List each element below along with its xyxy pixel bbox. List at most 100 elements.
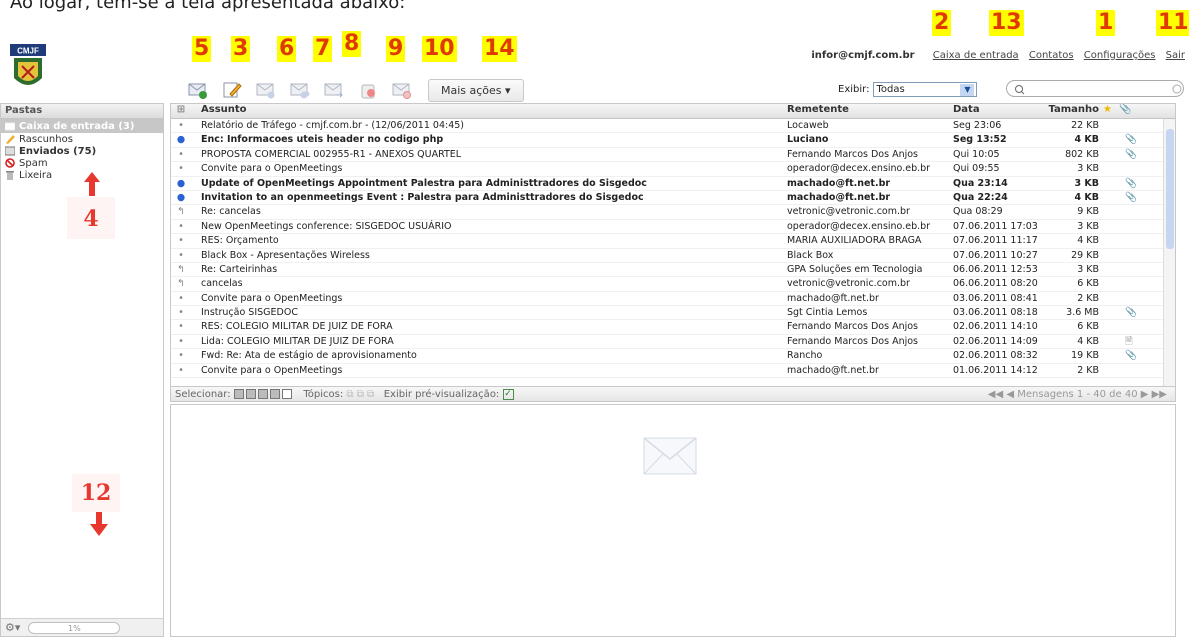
- topics-label: Tópicos:: [303, 388, 344, 400]
- sidebar-item-drafts[interactable]: Rascunhos: [1, 133, 163, 145]
- message-subject: RES: Orçamento: [201, 235, 279, 247]
- table-row[interactable]: • Instrução SISGEDOC Sgt Cintia Lemos 03.06…: [171, 306, 1175, 321]
- message-from: Fernando Marcos Dos Anjos: [787, 148, 918, 160]
- attachment-column-icon[interactable]: 📎: [1119, 104, 1131, 115]
- intro-text: Ao logar, tem-se a tela apresentada abai…: [10, 0, 406, 13]
- table-row[interactable]: ↰ cancelas vetronic@vetronic.com.br 06.06.2…: [171, 277, 1175, 292]
- gear-icon[interactable]: ⚙▾: [5, 621, 20, 634]
- unread-dot-icon: ●: [176, 191, 186, 203]
- list-scrollbar[interactable]: [1163, 119, 1175, 387]
- replied-icon: ↰: [177, 206, 185, 218]
- message-from: MARIA AUXILIADORA BRAGA: [787, 235, 922, 247]
- folder-label: Spam: [19, 157, 48, 169]
- delete-icon[interactable]: [358, 81, 378, 99]
- attachment-icon: 📎: [1125, 148, 1137, 160]
- message-size: 29 KB: [1071, 249, 1099, 261]
- select-invert-icon[interactable]: [269, 389, 280, 399]
- table-row[interactable]: ● Update of OpenMeetings Appointment Pale…: [171, 177, 1175, 191]
- table-row[interactable]: • Convite para o OpenMeetings machado@ft.n…: [171, 364, 1175, 379]
- message-list-header: ⊞ Assunto Remetente Data Tamanho ★ 📎: [171, 104, 1175, 119]
- callout-13: 13: [989, 10, 1024, 36]
- replied-icon: ↰: [177, 278, 185, 290]
- column-subject[interactable]: Assunto: [201, 104, 783, 115]
- check-mail-icon[interactable]: [188, 81, 208, 99]
- message-from: machado@ft.net.br: [787, 364, 879, 376]
- message-size: 6 KB: [1077, 278, 1099, 290]
- column-from[interactable]: Remetente: [787, 104, 953, 115]
- attachment-icon: 📎: [1125, 350, 1137, 362]
- message-from: operador@decex.ensino.eb.br: [787, 220, 931, 232]
- scroll-thumb[interactable]: [1166, 129, 1174, 249]
- dropdown-arrow-icon: ▼: [960, 83, 975, 96]
- table-row[interactable]: • PROPOSTA COMERCIAL 002955-R1 - ANEXOS Q…: [171, 148, 1175, 163]
- message-subject: Convite para o OpenMeetings: [201, 364, 343, 376]
- list-options-icon[interactable]: ⊞: [175, 104, 187, 115]
- message-from: machado@ft.net.br: [787, 177, 891, 189]
- message-subject: Instrução SISGEDOC: [201, 307, 298, 319]
- message-size: 4 KB: [1077, 235, 1099, 247]
- table-row[interactable]: • New OpenMeetings conference: SISGEDOC U…: [171, 220, 1175, 235]
- logout-link[interactable]: Sair: [1166, 50, 1185, 61]
- preview-checkbox[interactable]: ✓: [502, 388, 514, 400]
- mark-spam-icon[interactable]: [392, 81, 412, 99]
- inbox-link[interactable]: Caixa de entrada: [933, 50, 1019, 61]
- chevron-down-icon: ▾: [505, 83, 511, 97]
- sidebar-footer: ⚙▾ 1%: [1, 618, 163, 636]
- table-row[interactable]: • Relatório de Tráfego - cmjf.com.br - (1…: [171, 119, 1175, 134]
- table-row[interactable]: • Convite para o OpenMeetings operador@dec…: [171, 162, 1175, 177]
- message-size: 3 KB: [1077, 263, 1099, 275]
- message-subject: PROPOSTA COMERCIAL 002955-R1 - ANEXOS QU…: [201, 148, 462, 160]
- table-row[interactable]: • RES: Orçamento MARIA AUXILIADORA BRAGA 07…: [171, 234, 1175, 249]
- table-row[interactable]: ● Invitation to an openmeetings Event : P…: [171, 191, 1175, 206]
- select-unread-icon[interactable]: [257, 389, 268, 399]
- read-dot-icon: •: [178, 120, 184, 131]
- pager-text: ◀◀ ◀ Mensagens 1 - 40 de 40 ▶ ▶▶: [987, 389, 1167, 400]
- folder-label: Caixa de entrada (3): [19, 120, 135, 132]
- compose-icon[interactable]: [222, 81, 242, 99]
- reply-icon[interactable]: [256, 81, 276, 99]
- thread-icons[interactable]: ⧉ ⧉ ⧉: [346, 389, 374, 400]
- table-row[interactable]: ↰ Re: cancelas vetronic@vetronic.com.br Qua…: [171, 205, 1175, 220]
- sidebar-item-inbox[interactable]: Caixa de entrada (3): [1, 119, 163, 133]
- forward-icon[interactable]: [324, 81, 344, 99]
- read-dot-icon: •: [178, 235, 184, 247]
- envelope-icon: [643, 437, 697, 475]
- table-row[interactable]: • RES: COLEGIO MILITAR DE JUIZ DE FORA Fer…: [171, 320, 1175, 335]
- filter-select[interactable]: Todas ▼: [873, 82, 978, 97]
- table-row[interactable]: ↰ Re: Carteirinhas GPA Soluções em Tecnolo…: [171, 263, 1175, 278]
- message-from: Luciano: [787, 134, 829, 146]
- read-dot-icon: •: [178, 249, 184, 261]
- message-from: machado@ft.net.br: [787, 292, 879, 304]
- message-subject: Re: Carteirinhas: [201, 263, 278, 275]
- message-subject: Fwd: Re: Ata de estágio de aprovisioname…: [201, 350, 417, 362]
- more-actions-button[interactable]: Mais ações ▾: [428, 78, 524, 102]
- message-list: ⊞ Assunto Remetente Data Tamanho ★ 📎 • Re…: [170, 103, 1176, 400]
- callout-11: 11: [1156, 10, 1189, 36]
- select-all-icon[interactable]: [233, 389, 244, 399]
- sidebar-item-sent[interactable]: Enviados (75): [1, 145, 163, 157]
- flag-column-icon[interactable]: ★: [1103, 104, 1112, 115]
- list-footer: Selecionar: Tópicos: ⧉ ⧉ ⧉ Exibir pré-vi…: [170, 386, 1176, 402]
- table-row[interactable]: • Black Box - Apresentações Wireless Black…: [171, 249, 1175, 263]
- select-none-icon[interactable]: [281, 389, 292, 399]
- search-input[interactable]: [1006, 80, 1184, 97]
- read-dot-icon: •: [178, 220, 184, 232]
- attachment-icon: 🗎: [1125, 335, 1133, 347]
- quota-indicator: 1%: [28, 621, 121, 634]
- column-size[interactable]: Tamanho: [1039, 104, 1099, 115]
- sidebar-header: Pastas: [1, 104, 163, 119]
- select-current-icon[interactable]: [245, 389, 256, 399]
- table-row[interactable]: • Lida: COLEGIO MILITAR DE JUIZ DE FORA Fe…: [171, 335, 1175, 350]
- table-row[interactable]: ● Enc: Informacoes uteis header no codigo…: [171, 133, 1175, 148]
- callout-14: 14: [482, 36, 517, 62]
- message-size: 3.6 MB: [1066, 307, 1099, 319]
- top-navigation: infor@cmjf.com.br Caixa de entrada Conta…: [811, 50, 1185, 61]
- table-row[interactable]: • Convite para o OpenMeetings machado@ft.n…: [171, 292, 1175, 307]
- settings-link[interactable]: Configurações: [1084, 50, 1156, 61]
- reply-all-icon[interactable]: [290, 81, 310, 99]
- read-dot-icon: •: [178, 364, 184, 376]
- sidebar-item-spam[interactable]: Spam: [1, 157, 163, 169]
- message-subject: RES: COLEGIO MILITAR DE JUIZ DE FORA: [201, 321, 393, 333]
- contacts-link[interactable]: Contatos: [1029, 50, 1074, 61]
- table-row[interactable]: • Fwd: Re: Ata de estágio de aprovisionam…: [171, 349, 1175, 364]
